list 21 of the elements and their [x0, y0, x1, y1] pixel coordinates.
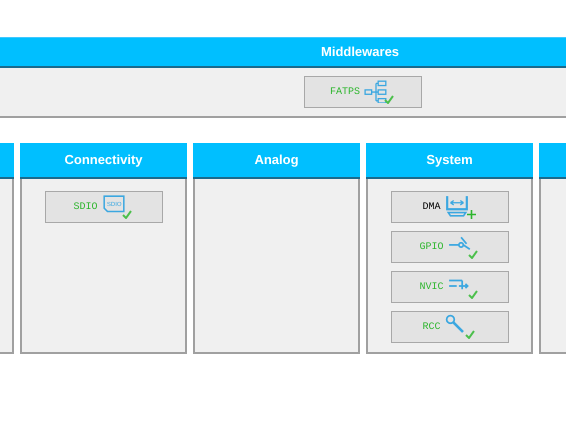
plus-icon: [466, 210, 476, 219]
check-icon: [464, 330, 474, 339]
tree-icon: [364, 80, 386, 103]
panel-title: Middlewares: [321, 43, 400, 62]
panel-header: [539, 143, 566, 179]
panel-title: Analog: [254, 151, 299, 170]
interrupt-icon: [448, 280, 468, 290]
peripheral-button[interactable]: FATPS: [304, 76, 422, 108]
panel-title: Connectivity: [64, 151, 142, 170]
peripheral-button[interactable]: RCC: [390, 311, 508, 343]
check-icon: [122, 210, 132, 219]
check-icon: [384, 95, 394, 104]
switch-icon: [448, 236, 470, 250]
panel-title: System: [426, 151, 473, 170]
check-icon: [468, 250, 478, 259]
peripheral-button[interactable]: NVIC: [390, 271, 508, 303]
panel-header: [0, 143, 14, 179]
peripheral-button[interactable]: DMA: [390, 191, 508, 223]
check-icon: [468, 290, 478, 299]
peripheral-button[interactable]: GPIO: [390, 231, 508, 263]
transfer-icon: [446, 196, 468, 217]
